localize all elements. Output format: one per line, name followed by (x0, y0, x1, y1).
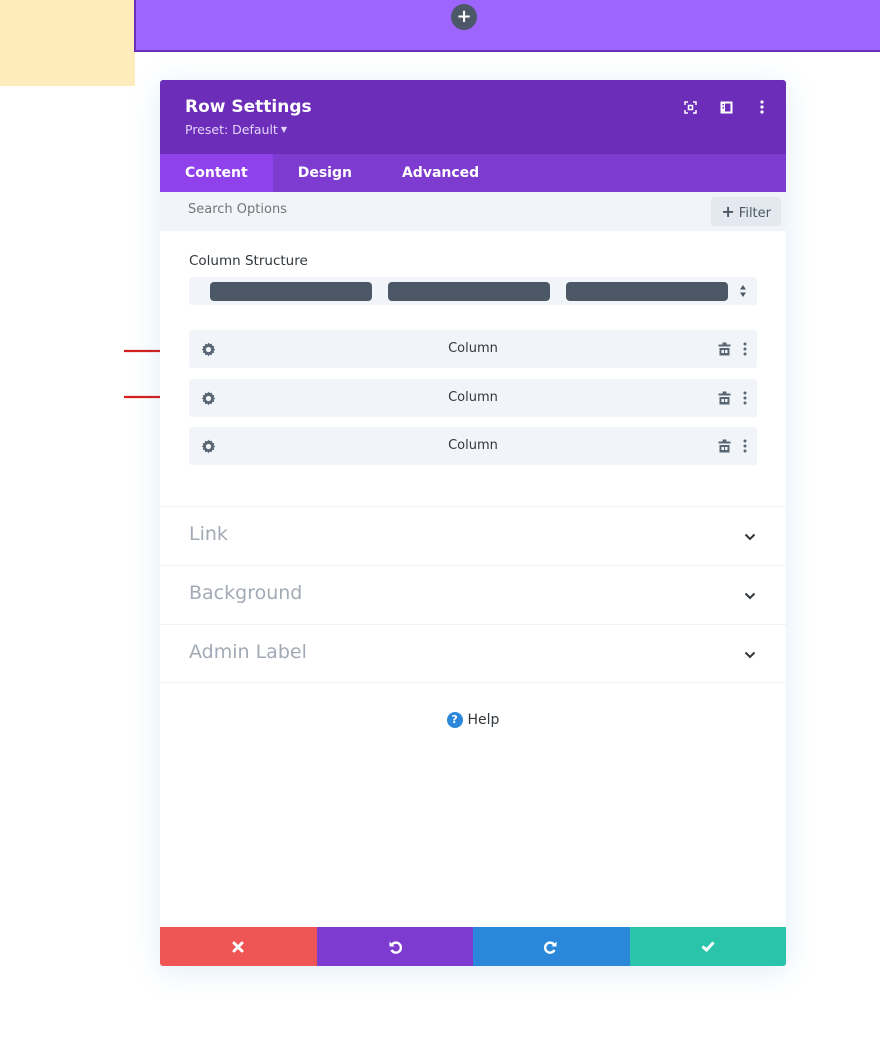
toggle-background[interactable]: Background (160, 565, 786, 624)
plus-icon: + (721, 202, 735, 221)
more-options-icon[interactable] (742, 439, 748, 453)
column-structure-bar (210, 282, 372, 301)
redo-icon (544, 940, 557, 954)
column-structure-label: Column Structure (189, 253, 308, 269)
toggle-admin-label[interactable]: Admin Label (160, 624, 786, 683)
caret-down-icon: ▼ (280, 125, 287, 134)
column-structure-bar (388, 282, 550, 301)
chevron-down-icon (744, 592, 756, 600)
preset-label: Preset: Default (185, 122, 278, 137)
column-label: Column (448, 341, 498, 356)
column-structure-select[interactable] (189, 277, 757, 305)
trash-icon[interactable] (718, 342, 731, 356)
save-check-icon (701, 941, 715, 952)
filter-button[interactable]: + Filter (711, 197, 781, 226)
redo-button[interactable] (473, 927, 630, 966)
cancel-icon (232, 941, 244, 952)
toggle-link[interactable]: Link (160, 506, 786, 565)
column-label: Column (448, 438, 498, 453)
search-options-input[interactable] (188, 202, 588, 217)
toggle-label: Background (189, 582, 303, 604)
search-bar: +Filter (160, 192, 786, 231)
tab-advanced[interactable]: Advanced (377, 154, 504, 192)
more-options-icon[interactable] (742, 391, 748, 405)
column-item[interactable]: Column (189, 330, 757, 368)
column-structure-bar (566, 282, 728, 301)
more-options-icon[interactable] (742, 342, 748, 356)
undo-button[interactable] (316, 927, 473, 966)
more-options-icon[interactable] (754, 98, 770, 116)
column-item[interactable]: Column (189, 427, 757, 465)
up-down-arrows-icon (740, 285, 746, 297)
trash-icon[interactable] (718, 391, 731, 405)
background-yellow-block (0, 0, 135, 86)
add-row-button[interactable]: + (451, 4, 477, 30)
filter-label: Filter (738, 206, 771, 221)
column-label: Column (448, 390, 498, 405)
tab-design[interactable]: Design (273, 154, 377, 192)
trash-icon[interactable] (718, 439, 731, 453)
toggle-label: Admin Label (189, 641, 307, 663)
chevron-down-icon (744, 651, 756, 659)
row-settings-modal: Row Settings Preset: Default ▼ Content De… (160, 80, 786, 966)
toggle-label: Link (189, 523, 228, 545)
expand-screen-icon[interactable] (682, 98, 698, 116)
help-label: Help (467, 712, 500, 728)
help-question-icon: ? (446, 712, 463, 728)
cancel-button[interactable] (160, 927, 317, 966)
layout-sidebar-icon[interactable] (718, 98, 734, 116)
tab-bar: Content Design Advanced (160, 154, 786, 192)
modal-footer (160, 927, 786, 966)
modal-header: Row Settings Preset: Default ▼ (160, 80, 786, 154)
save-button[interactable] (629, 927, 786, 966)
tab-content[interactable]: Content (160, 154, 273, 192)
help-link[interactable]: ? Help (160, 712, 786, 728)
background-purple-section (134, 0, 880, 52)
column-item[interactable]: Column (189, 379, 757, 417)
preset-dropdown[interactable]: Preset: Default ▼ (185, 122, 287, 137)
undo-icon (389, 940, 402, 954)
chevron-down-icon (744, 533, 756, 541)
